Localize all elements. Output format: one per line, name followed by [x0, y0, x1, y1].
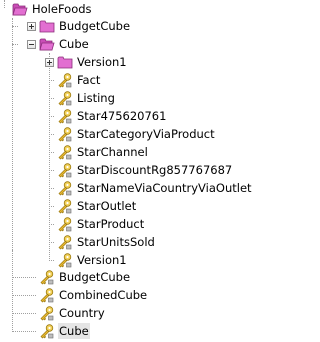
folder-closed-icon: [57, 56, 73, 69]
key-icon: [40, 306, 54, 321]
hierarchy-tree: HoleFoods BudgetCube Cube Version1 Fact L…: [0, 0, 274, 342]
key-icon: [58, 127, 72, 142]
tree-node-label: Version1: [77, 253, 127, 267]
tree-node-label: CombinedCube: [59, 288, 148, 302]
tree-node-label: Star475620761: [77, 109, 167, 123]
tree-leaf-item[interactable]: BudgetCube: [27, 268, 131, 286]
tree-leaf-item[interactable]: Country: [27, 304, 106, 322]
tree-node-label: Cube: [59, 37, 89, 51]
tree-node-label: HoleFoods: [32, 2, 92, 16]
key-icon: [58, 217, 72, 232]
key-icon: [58, 235, 72, 250]
key-icon: [58, 253, 72, 268]
key-icon: [40, 270, 54, 285]
tree-node-label: BudgetCube: [59, 19, 131, 33]
tree-node-cube-folder[interactable]: Cube: [27, 35, 90, 53]
folder-open-icon: [12, 3, 28, 16]
key-icon: [58, 73, 72, 88]
key-icon: [58, 145, 72, 160]
key-icon: [58, 163, 72, 178]
collapse-button[interactable]: [27, 39, 36, 49]
tree-node-label: StarNameViaCountryViaOutlet: [77, 181, 252, 195]
key-icon: [40, 324, 54, 339]
tree-node-label: StarUnitsSold: [77, 235, 155, 249]
tree-leaf-item[interactable]: CombinedCube: [27, 286, 148, 304]
tree-leaf-item[interactable]: Version1: [45, 251, 128, 269]
tree-leaf-item[interactable]: StarNameViaCountryViaOutlet: [45, 179, 253, 197]
tree-node-holefoods[interactable]: HoleFoods: [0, 0, 93, 18]
tree-node-label: BudgetCube: [59, 270, 131, 284]
expand-button[interactable]: [45, 57, 54, 67]
tree-node-label: Country: [59, 306, 105, 320]
folder-open-icon: [39, 38, 55, 51]
tree-node-label: StarCategoryViaProduct: [77, 127, 215, 141]
tree-leaf-item[interactable]: StarDiscountRg857767687: [45, 161, 233, 179]
tree-node-label: StarChannel: [77, 145, 148, 159]
tree-node-version1-folder[interactable]: Version1: [45, 53, 128, 71]
tree-node-budgetcube-folder[interactable]: BudgetCube: [27, 17, 131, 35]
tree-leaf-item[interactable]: Cube: [27, 322, 90, 340]
tree-leaf-item[interactable]: Star475620761: [45, 107, 167, 125]
tree-leaf-item[interactable]: StarUnitsSold: [45, 233, 156, 251]
key-icon: [58, 181, 72, 196]
key-icon: [40, 288, 54, 303]
key-icon: [58, 199, 72, 214]
tree-node-label: Version1: [77, 55, 127, 69]
key-icon: [58, 109, 72, 124]
tree-leaf-item[interactable]: StarOutlet: [45, 197, 137, 215]
tree-leaf-item[interactable]: StarChannel: [45, 143, 149, 161]
tree-leaf-item[interactable]: Listing: [45, 89, 116, 107]
tree-node-label: Cube: [58, 323, 90, 339]
tree-leaf-item[interactable]: Fact: [45, 71, 101, 89]
tree-node-label: StarDiscountRg857767687: [77, 163, 233, 177]
expand-button[interactable]: [27, 21, 36, 31]
tree-node-label: StarOutlet: [77, 199, 137, 213]
tree-node-label: StarProduct: [77, 217, 145, 231]
key-icon: [58, 91, 72, 106]
tree-leaf-item[interactable]: StarCategoryViaProduct: [45, 125, 216, 143]
tree-node-label: Listing: [77, 91, 115, 105]
tree-leaf-item[interactable]: StarProduct: [45, 215, 145, 233]
tree-node-label: Fact: [77, 73, 101, 87]
folder-closed-icon: [39, 20, 55, 33]
